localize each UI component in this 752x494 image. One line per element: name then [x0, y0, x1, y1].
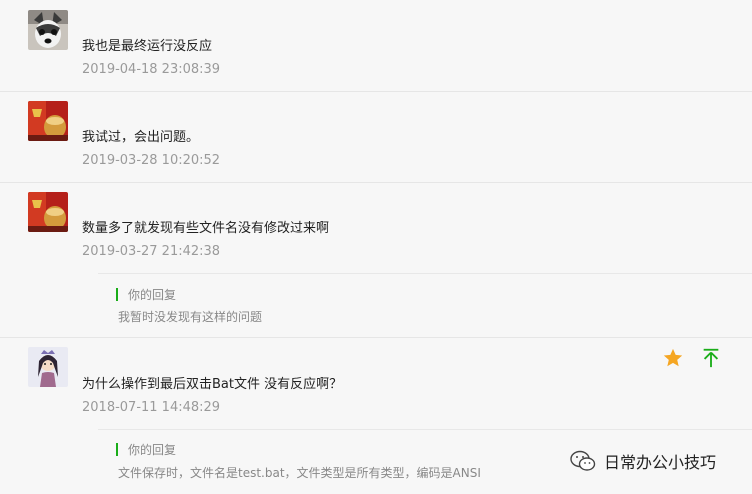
comment-text: 我也是最终运行没反应	[82, 39, 213, 54]
avatar[interactable]	[28, 10, 68, 50]
reply-text: 文件保存时，文件名是test.bat，文件类型是所有类型，编码是ANSI	[118, 466, 481, 480]
comment-date: 2019-03-28 10:20:52	[82, 153, 221, 168]
avatar[interactable]	[28, 347, 68, 387]
reply-indicator	[116, 443, 118, 456]
reply-block: 你的回复 我暂时没发现有这样的问题	[98, 273, 752, 337]
reply-title: 你的回复	[128, 288, 177, 302]
pin-to-top-icon[interactable]	[700, 347, 722, 369]
watermark: 日常办公小技巧	[570, 450, 716, 472]
watermark-label: 日常办公小技巧	[604, 453, 717, 472]
wechat-icon	[570, 450, 596, 471]
comment-text: 为什么操作到最后双击Bat文件 没有反应啊？	[82, 377, 343, 392]
comment-item: 我试过，会出问题。 2019-03-28 10:20:52	[0, 92, 752, 183]
comment-text: 我试过，会出问题。	[82, 130, 200, 145]
reply-indicator	[116, 288, 118, 301]
avatar[interactable]	[28, 101, 68, 141]
comment-date: 2019-04-18 23:08:39	[82, 62, 221, 77]
comment-text: 数量多了就发现有些文件名没有修改过来啊	[82, 221, 330, 236]
avatar[interactable]	[28, 192, 68, 232]
comment-date: 2018-07-11 14:48:29	[82, 400, 221, 415]
star-icon[interactable]	[662, 347, 684, 369]
comment-date: 2019-03-27 21:42:38	[82, 244, 221, 259]
reply-title: 你的回复	[128, 443, 177, 457]
comment-item: 我也是最终运行没反应 2019-04-18 23:08:39	[0, 0, 752, 92]
reply-text: 我暂时没发现有这样的问题	[118, 310, 263, 324]
comment-item: 数量多了就发现有些文件名没有修改过来啊 2019-03-27 21:42:38 …	[0, 183, 752, 338]
